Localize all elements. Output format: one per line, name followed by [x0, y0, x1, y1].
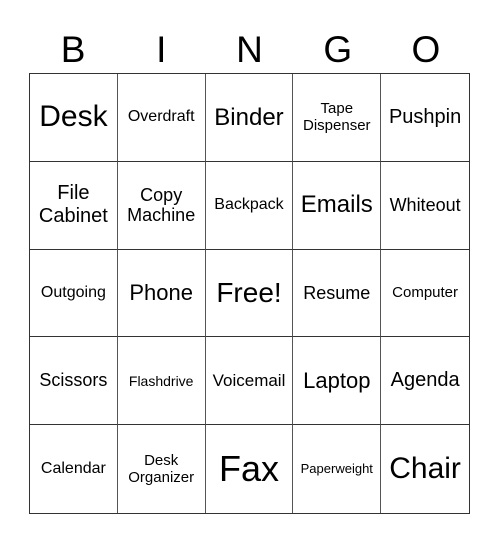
header-letter-g: G	[323, 29, 353, 70]
header-letter-n: N	[236, 29, 263, 70]
bingo-cell[interactable]: Fax	[206, 425, 294, 513]
bingo-cell[interactable]: Whiteout	[381, 162, 469, 250]
bingo-cell[interactable]: Overdraft	[117, 74, 206, 162]
header-letter-b: B	[60, 29, 86, 70]
bingo-cell[interactable]: Agenda	[381, 337, 469, 426]
bingo-cell[interactable]: Binder	[205, 74, 294, 162]
bingo-cell[interactable]: Computer	[381, 250, 469, 338]
bingo-header: B I N G O	[29, 28, 470, 72]
bingo-cell[interactable]: Flashdrive	[117, 337, 206, 426]
bingo-card-grid: Desk Overdraft Binder Tape Dispenser Pus…	[29, 73, 470, 514]
bingo-cell[interactable]: Desk	[30, 74, 118, 162]
bingo-cell[interactable]: Scissors	[30, 337, 118, 426]
bingo-cell[interactable]: Calendar	[30, 425, 118, 513]
bingo-cell[interactable]: Desk Organizer	[118, 425, 206, 513]
bingo-cell-free-space[interactable]: Free!	[205, 249, 294, 338]
bingo-cell[interactable]: Voicemail	[205, 337, 294, 426]
bingo-cell[interactable]: Copy Machine	[117, 161, 206, 250]
bingo-cell[interactable]: Tape Dispenser	[293, 74, 382, 162]
bingo-cell[interactable]: Laptop	[293, 337, 382, 426]
header-letter-o: O	[411, 29, 441, 70]
bingo-cell[interactable]: File Cabinet	[30, 161, 118, 250]
bingo-cell[interactable]: Resume	[293, 249, 382, 338]
bingo-cell[interactable]: Chair	[381, 425, 469, 513]
bingo-cell[interactable]: Backpack	[205, 161, 294, 250]
bingo-cell[interactable]: Outgoing	[30, 249, 118, 338]
bingo-cell[interactable]: Pushpin	[381, 74, 469, 162]
header-letter-i: I	[156, 29, 167, 70]
bingo-cell[interactable]: Paperweight	[293, 425, 382, 513]
bingo-cell[interactable]: Phone	[117, 249, 206, 338]
bingo-cell[interactable]: Emails	[293, 161, 382, 250]
